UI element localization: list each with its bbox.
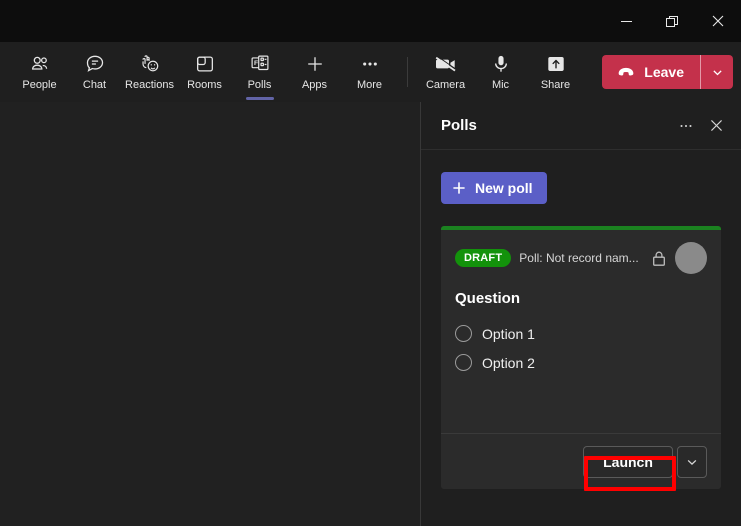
- polls-icon: F: [249, 52, 271, 76]
- toolbar-item-more[interactable]: More: [342, 46, 397, 98]
- toolbar-item-rooms[interactable]: Rooms: [177, 46, 232, 98]
- author-avatar: [675, 242, 707, 274]
- leave-button-label: Leave: [644, 64, 684, 80]
- window-title-bar: [0, 0, 741, 42]
- toolbar-item-camera[interactable]: Camera: [418, 46, 473, 98]
- active-tab-underline: [245, 97, 274, 100]
- meeting-body: Polls New poll DRAFT Poll: Not record na…: [0, 102, 741, 526]
- toolbar-item-polls[interactable]: F Polls: [232, 46, 287, 100]
- lock-closed-icon: [651, 250, 667, 267]
- meeting-toolbar: People Chat Reactions Rooms F Polls Apps…: [0, 42, 741, 102]
- plus-icon: [453, 182, 465, 194]
- poll-option-label: Option 1: [482, 325, 535, 342]
- poll-option-row[interactable]: Option 2: [455, 348, 707, 377]
- leave-button[interactable]: Leave: [602, 55, 700, 89]
- radio-button-icon[interactable]: [455, 325, 472, 342]
- microphone-icon: [490, 52, 512, 76]
- panel-title: Polls: [441, 117, 477, 134]
- toolbar-item-people[interactable]: People: [12, 46, 67, 98]
- launch-options-button[interactable]: [677, 445, 707, 478]
- status-badge: DRAFT: [455, 249, 512, 267]
- more-icon: [359, 52, 381, 76]
- poll-options-list: Option 1 Option 2: [455, 319, 707, 377]
- poll-card[interactable]: DRAFT Poll: Not record nam... Question O…: [441, 226, 721, 489]
- polls-panel-body: New poll DRAFT Poll: Not record nam... Q…: [421, 150, 741, 526]
- rooms-icon: [194, 52, 216, 76]
- chat-icon: [84, 52, 106, 76]
- people-icon: [29, 52, 51, 76]
- toolbar-item-people-label: People: [22, 79, 57, 91]
- leave-button-group: Leave: [602, 55, 733, 89]
- poll-card-meta-text: Poll: Not record nam...: [519, 251, 639, 265]
- hangup-icon: [618, 67, 634, 76]
- poll-card-content: DRAFT Poll: Not record nam... Question O…: [441, 230, 721, 433]
- polls-side-panel: Polls New poll DRAFT Poll: Not record na…: [420, 102, 741, 526]
- share-icon: [545, 52, 567, 76]
- polls-panel-header: Polls: [421, 102, 741, 150]
- ellipsis-icon: [680, 124, 692, 127]
- toolbar-item-camera-label: Camera: [425, 79, 466, 91]
- toolbar-item-reactions-label: Reactions: [125, 79, 174, 91]
- close-window-button[interactable]: [695, 0, 741, 42]
- toolbar-item-mic-label: Mic: [491, 79, 510, 91]
- toolbar-item-share-label: Share: [540, 79, 571, 91]
- minimize-button[interactable]: [603, 0, 649, 42]
- radio-button-icon[interactable]: [455, 354, 472, 371]
- close-icon: [712, 15, 724, 27]
- close-icon: [710, 120, 722, 131]
- apps-plus-icon: [304, 52, 326, 76]
- leave-options-button[interactable]: [701, 55, 733, 89]
- teams-meeting-window: People Chat Reactions Rooms F Polls Apps…: [0, 0, 741, 526]
- meeting-toolbar-left-group: People Chat Reactions Rooms F Polls Apps…: [12, 46, 583, 100]
- restore-button[interactable]: [649, 0, 695, 42]
- toolbar-item-apps-label: Apps: [301, 79, 328, 91]
- reactions-icon: [139, 52, 161, 76]
- launch-button-group: Launch: [583, 445, 707, 478]
- poll-option-row[interactable]: Option 1: [455, 319, 707, 348]
- toolbar-item-more-label: More: [356, 79, 383, 91]
- restore-icon: [665, 15, 678, 27]
- toolbar-item-chat[interactable]: Chat: [67, 46, 122, 98]
- chevron-down-icon: [687, 459, 697, 465]
- toolbar-item-apps[interactable]: Apps: [287, 46, 342, 98]
- toolbar-divider: [407, 57, 408, 87]
- poll-card-footer: Launch: [441, 433, 721, 489]
- chevron-down-icon: [712, 69, 722, 75]
- panel-more-options-button[interactable]: [671, 111, 701, 141]
- toolbar-item-mic[interactable]: Mic: [473, 46, 528, 98]
- meeting-stage: [0, 102, 420, 526]
- minimize-icon: [620, 20, 632, 22]
- poll-option-label: Option 2: [482, 354, 535, 371]
- camera-off-icon: [434, 52, 458, 76]
- panel-close-button[interactable]: [701, 111, 731, 141]
- toolbar-item-reactions[interactable]: Reactions: [122, 46, 177, 98]
- poll-question: Question: [455, 290, 521, 307]
- toolbar-item-chat-label: Chat: [82, 79, 107, 91]
- toolbar-item-polls-label: Polls: [247, 79, 272, 91]
- launch-button[interactable]: Launch: [583, 445, 673, 478]
- toolbar-item-rooms-label: Rooms: [187, 79, 222, 91]
- svg-text:F: F: [253, 60, 257, 67]
- toolbar-item-share[interactable]: Share: [528, 46, 583, 98]
- new-poll-button-label: New poll: [475, 180, 533, 196]
- poll-card-spacer: [455, 377, 707, 419]
- poll-card-meta-row: DRAFT Poll: Not record nam...: [455, 242, 707, 274]
- new-poll-button[interactable]: New poll: [441, 172, 547, 204]
